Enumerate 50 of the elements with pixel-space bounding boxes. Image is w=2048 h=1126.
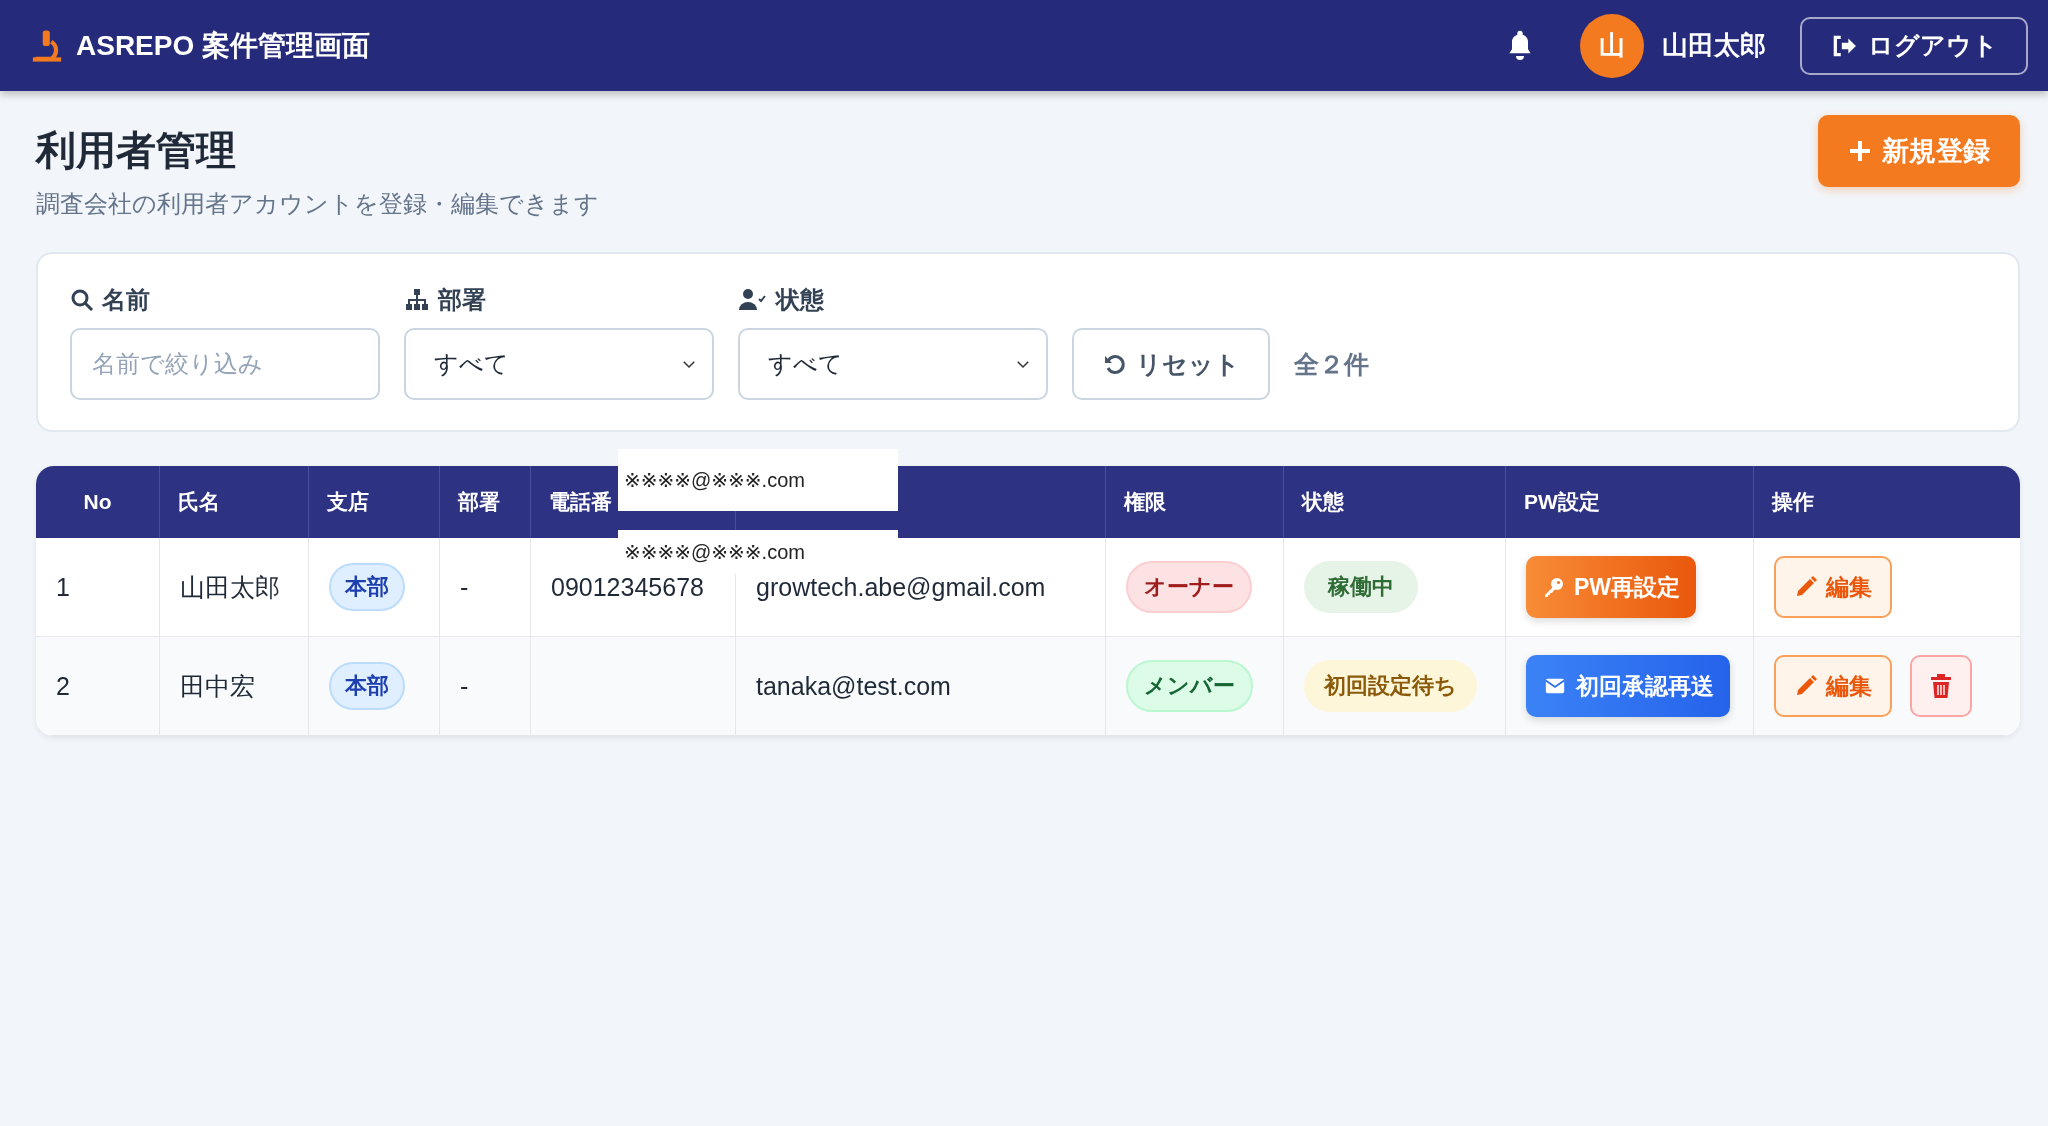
microscope-icon (30, 28, 64, 63)
trash-icon (1929, 672, 1953, 700)
edit-button[interactable]: 編集 (1774, 556, 1892, 618)
page-title: 利用者管理 (36, 127, 237, 174)
branch-tag: 本部 (329, 662, 405, 710)
table-cell: 田中宏 (160, 637, 309, 736)
pencil-icon (1794, 575, 1818, 599)
table-cell: 2 (36, 637, 160, 736)
column-header: 状態 (1284, 466, 1506, 538)
plus-icon (1848, 139, 1872, 163)
result-count: 全２件 (1294, 348, 1369, 380)
department-select[interactable]: すべて (404, 328, 714, 400)
column-header: 操作 (1754, 466, 2020, 538)
name-filter-field[interactable]: 名前で絞り込み (70, 328, 380, 400)
filter-label: 部署 (438, 285, 486, 315)
new-registration-button[interactable]: 新規登録 (1818, 115, 2020, 187)
logout-button[interactable]: ログアウト (1800, 16, 2028, 75)
column-header: 氏名 (160, 466, 309, 538)
password-reset-button[interactable]: PW再設定 (1526, 556, 1697, 618)
status-select[interactable]: すべて (738, 328, 1048, 400)
redaction-label: ※※※※@※※※.com (618, 449, 898, 511)
pencil-icon (1794, 674, 1818, 698)
edit-button[interactable]: 編集 (1774, 655, 1892, 717)
role-tag: メンバー (1126, 660, 1253, 712)
hierarchy-icon (404, 288, 430, 312)
column-header: 権限 (1106, 466, 1284, 538)
key-icon (1542, 575, 1566, 599)
resend-approval-button[interactable]: 初回承認再送 (1526, 655, 1730, 717)
branch-tag: 本部 (329, 563, 405, 611)
undo-icon (1102, 352, 1126, 376)
status-tag: 初回設定待ち (1304, 660, 1477, 712)
role-tag: オーナー (1126, 561, 1252, 613)
table-cell: tanaka@test.com (736, 637, 1106, 736)
delete-button[interactable] (1910, 655, 1972, 717)
column-header: 部署 (440, 466, 531, 538)
search-icon (70, 288, 94, 312)
user-avatar[interactable]: 山 (1580, 13, 1644, 78)
user-check-icon (738, 288, 768, 312)
app-title: ASREPO 案件管理画面 (76, 28, 371, 63)
reset-button[interactable]: リセット (1072, 328, 1270, 400)
filter-label: 名前 (102, 285, 150, 315)
column-header: PW設定 (1506, 466, 1754, 538)
user-name: 山田太郎 (1662, 29, 1766, 62)
table-cell: - (440, 637, 531, 736)
column-header: No (36, 466, 160, 538)
status-tag: 稼働中 (1304, 561, 1418, 613)
column-header: 支店 (309, 466, 440, 538)
filter-label: 状態 (776, 285, 824, 315)
redaction-label: ※※※※@※※※.com (618, 530, 898, 574)
page-subtitle: 調査会社の利用者アカウントを登録・編集できます (36, 189, 599, 219)
